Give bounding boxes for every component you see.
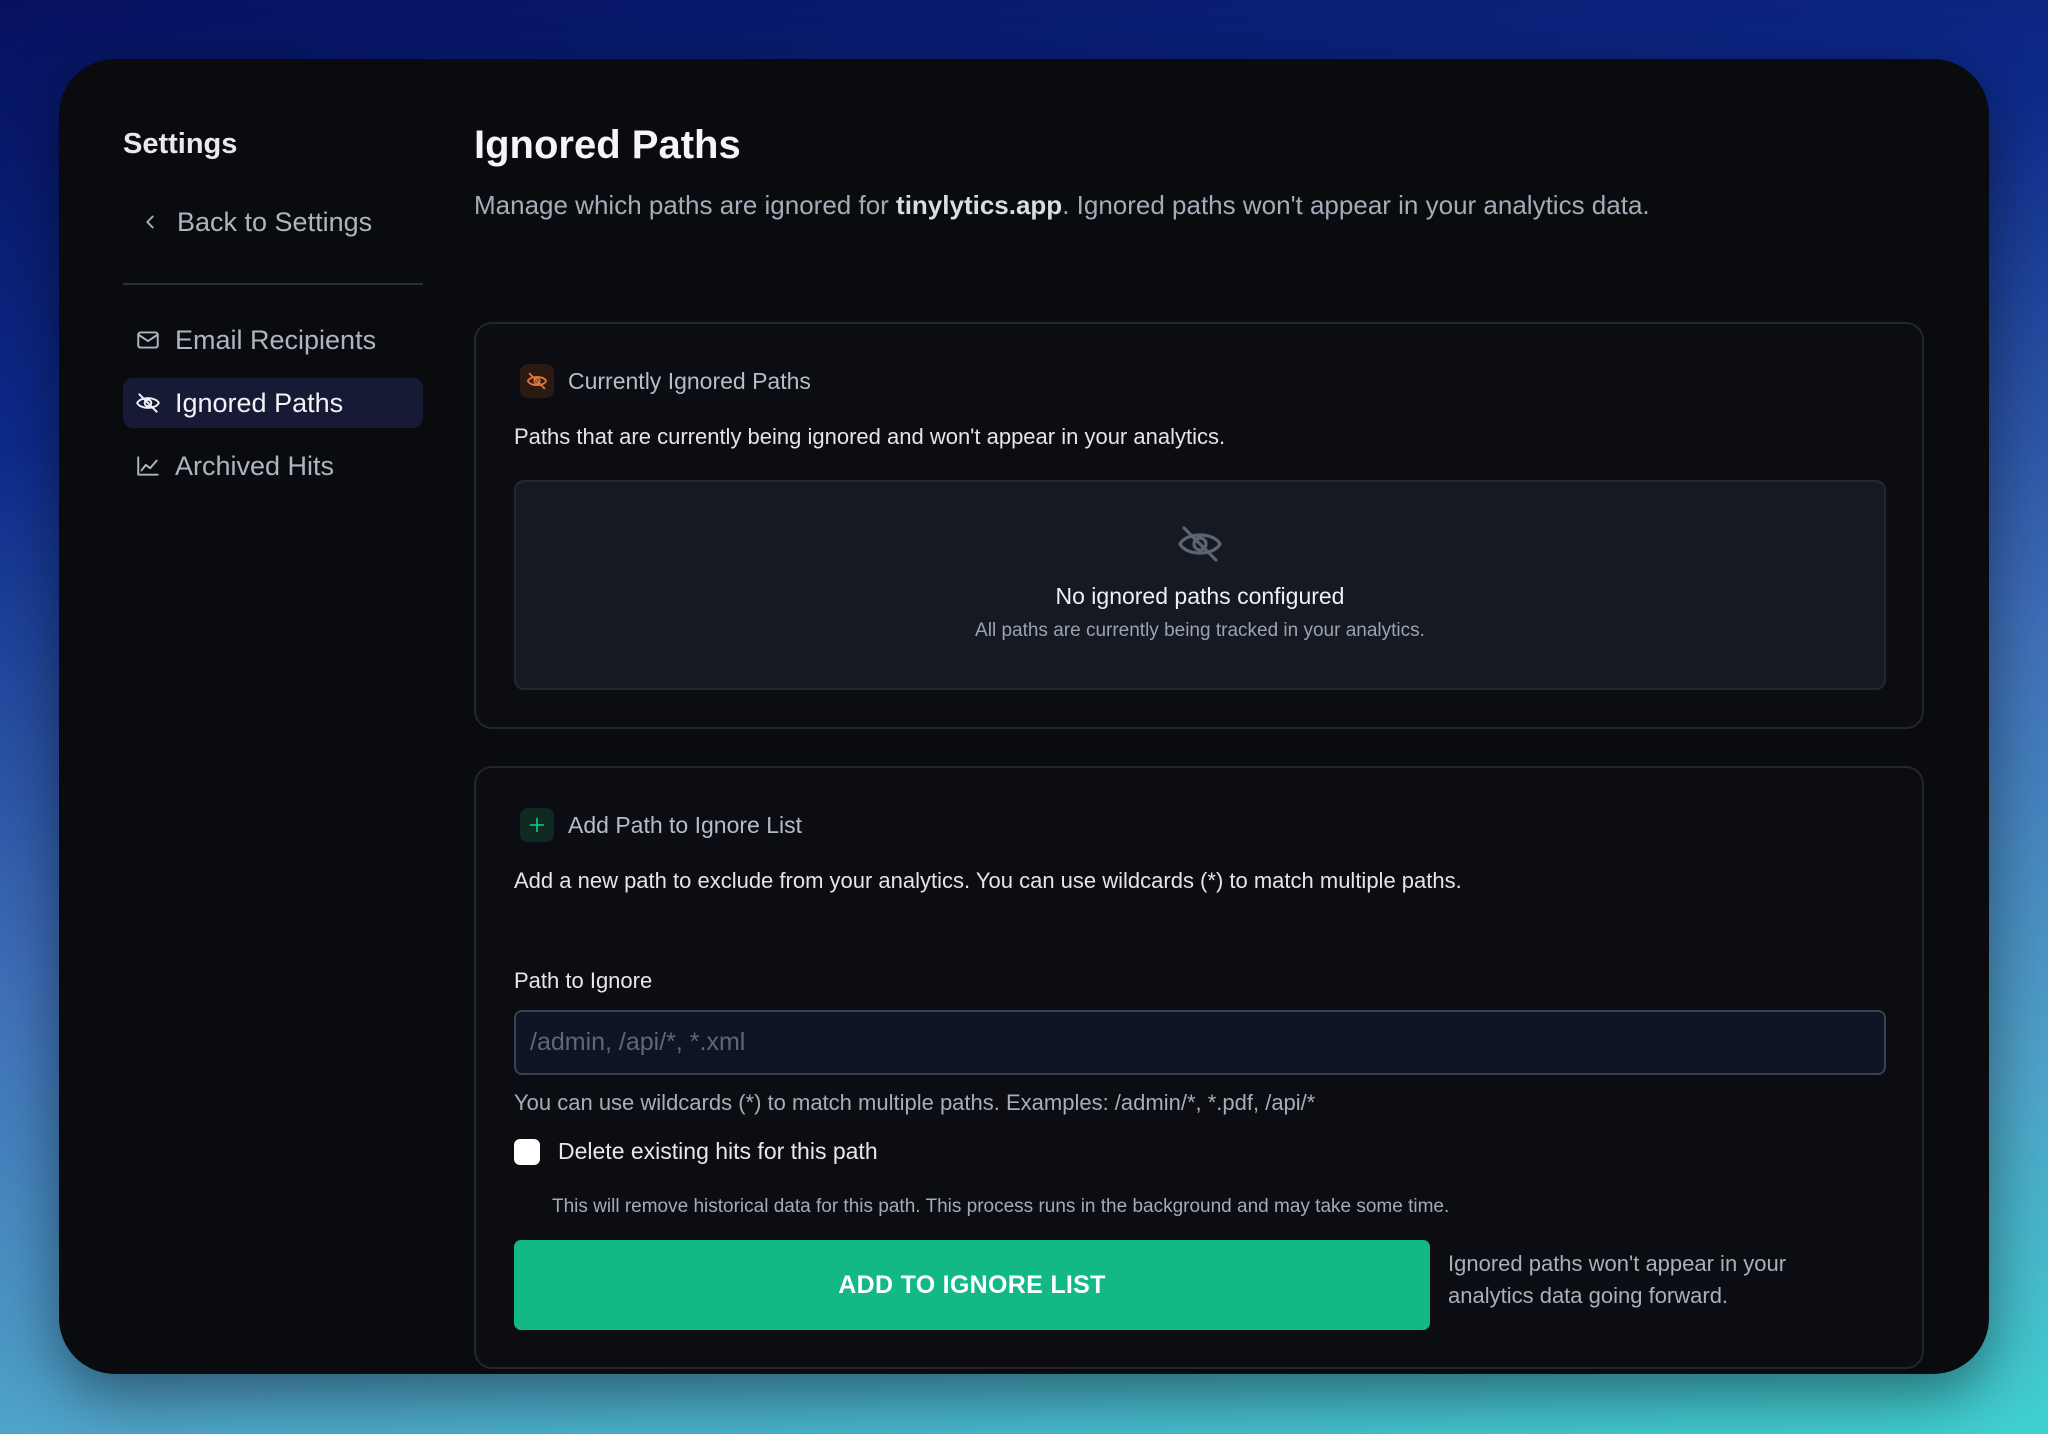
mail-icon bbox=[137, 331, 159, 349]
card-description: Paths that are currently being ignored a… bbox=[514, 424, 1226, 449]
sidebar-item-label: Email Recipients bbox=[175, 324, 377, 355]
card-header: Add Path to Ignore List bbox=[520, 808, 802, 842]
sidebar-item-label: Ignored Paths bbox=[175, 387, 344, 418]
back-link-label: Back to Settings bbox=[177, 206, 373, 237]
path-field-label: Path to Ignore bbox=[514, 968, 653, 993]
delete-hits-help: This will remove historical data for thi… bbox=[552, 1196, 1450, 1217]
site-domain: tinylytics.app bbox=[896, 190, 1063, 220]
eye-off-icon bbox=[1178, 526, 1222, 562]
eye-off-icon bbox=[526, 372, 548, 390]
delete-hits-option: Delete existing hits for this path bbox=[514, 1138, 878, 1165]
add-to-ignore-list-button[interactable]: ADD TO IGNORE LIST bbox=[514, 1240, 1430, 1330]
sidebar-divider bbox=[123, 283, 423, 285]
sidebar-title: Settings bbox=[123, 128, 238, 160]
delete-hits-label[interactable]: Delete existing hits for this path bbox=[558, 1138, 878, 1165]
path-hint: You can use wildcards (*) to match multi… bbox=[514, 1090, 1316, 1115]
eye-off-badge bbox=[520, 364, 554, 398]
current-ignored-card: Currently Ignored Paths Paths that are c… bbox=[474, 322, 1924, 729]
eye-off-icon bbox=[136, 393, 160, 413]
sidebar: Settings Back to Settings Email Recipien… bbox=[123, 119, 423, 504]
page-desc-prefix: Manage which paths are ignored for bbox=[474, 190, 897, 220]
plus-icon bbox=[529, 817, 545, 833]
plus-badge bbox=[520, 808, 554, 842]
card-description: Add a new path to exclude from your anal… bbox=[514, 868, 1462, 893]
back-to-settings-link[interactable]: Back to Settings bbox=[123, 197, 423, 247]
sidebar-nav: Email Recipients Ignored Paths Archived … bbox=[123, 315, 423, 491]
sidebar-item-label: Archived Hits bbox=[175, 450, 335, 481]
path-input[interactable] bbox=[514, 1010, 1886, 1075]
main-content: Ignored Paths Manage which paths are ign… bbox=[474, 115, 1924, 1369]
forward-note: Ignored paths won't appear in your analy… bbox=[1448, 1251, 1787, 1308]
sidebar-item-email-recipients[interactable]: Email Recipients bbox=[123, 315, 423, 365]
empty-state-title: No ignored paths configured bbox=[1055, 583, 1345, 609]
page-desc-suffix: . Ignored paths won't appear in your ana… bbox=[1062, 190, 1650, 220]
sidebar-item-archived-hits[interactable]: Archived Hits bbox=[123, 441, 423, 491]
chevron-left-icon bbox=[146, 215, 154, 229]
empty-state: No ignored paths configured All paths ar… bbox=[514, 480, 1886, 690]
empty-state-subtitle: All paths are currently being tracked in… bbox=[975, 620, 1425, 641]
card-title: Currently Ignored Paths bbox=[568, 367, 811, 394]
add-path-card: Add Path to Ignore List Add a new path t… bbox=[474, 766, 1924, 1369]
settings-window: Settings Back to Settings Email Recipien… bbox=[59, 59, 1989, 1374]
card-title: Add Path to Ignore List bbox=[568, 811, 802, 838]
page-title: Ignored Paths bbox=[474, 123, 741, 167]
sidebar-item-ignored-paths[interactable]: Ignored Paths bbox=[123, 378, 423, 428]
page-description: Manage which paths are ignored for tinyl… bbox=[474, 187, 1924, 223]
delete-hits-checkbox[interactable] bbox=[514, 1138, 540, 1165]
chart-line-icon bbox=[137, 456, 159, 476]
card-header: Currently Ignored Paths bbox=[520, 364, 811, 398]
